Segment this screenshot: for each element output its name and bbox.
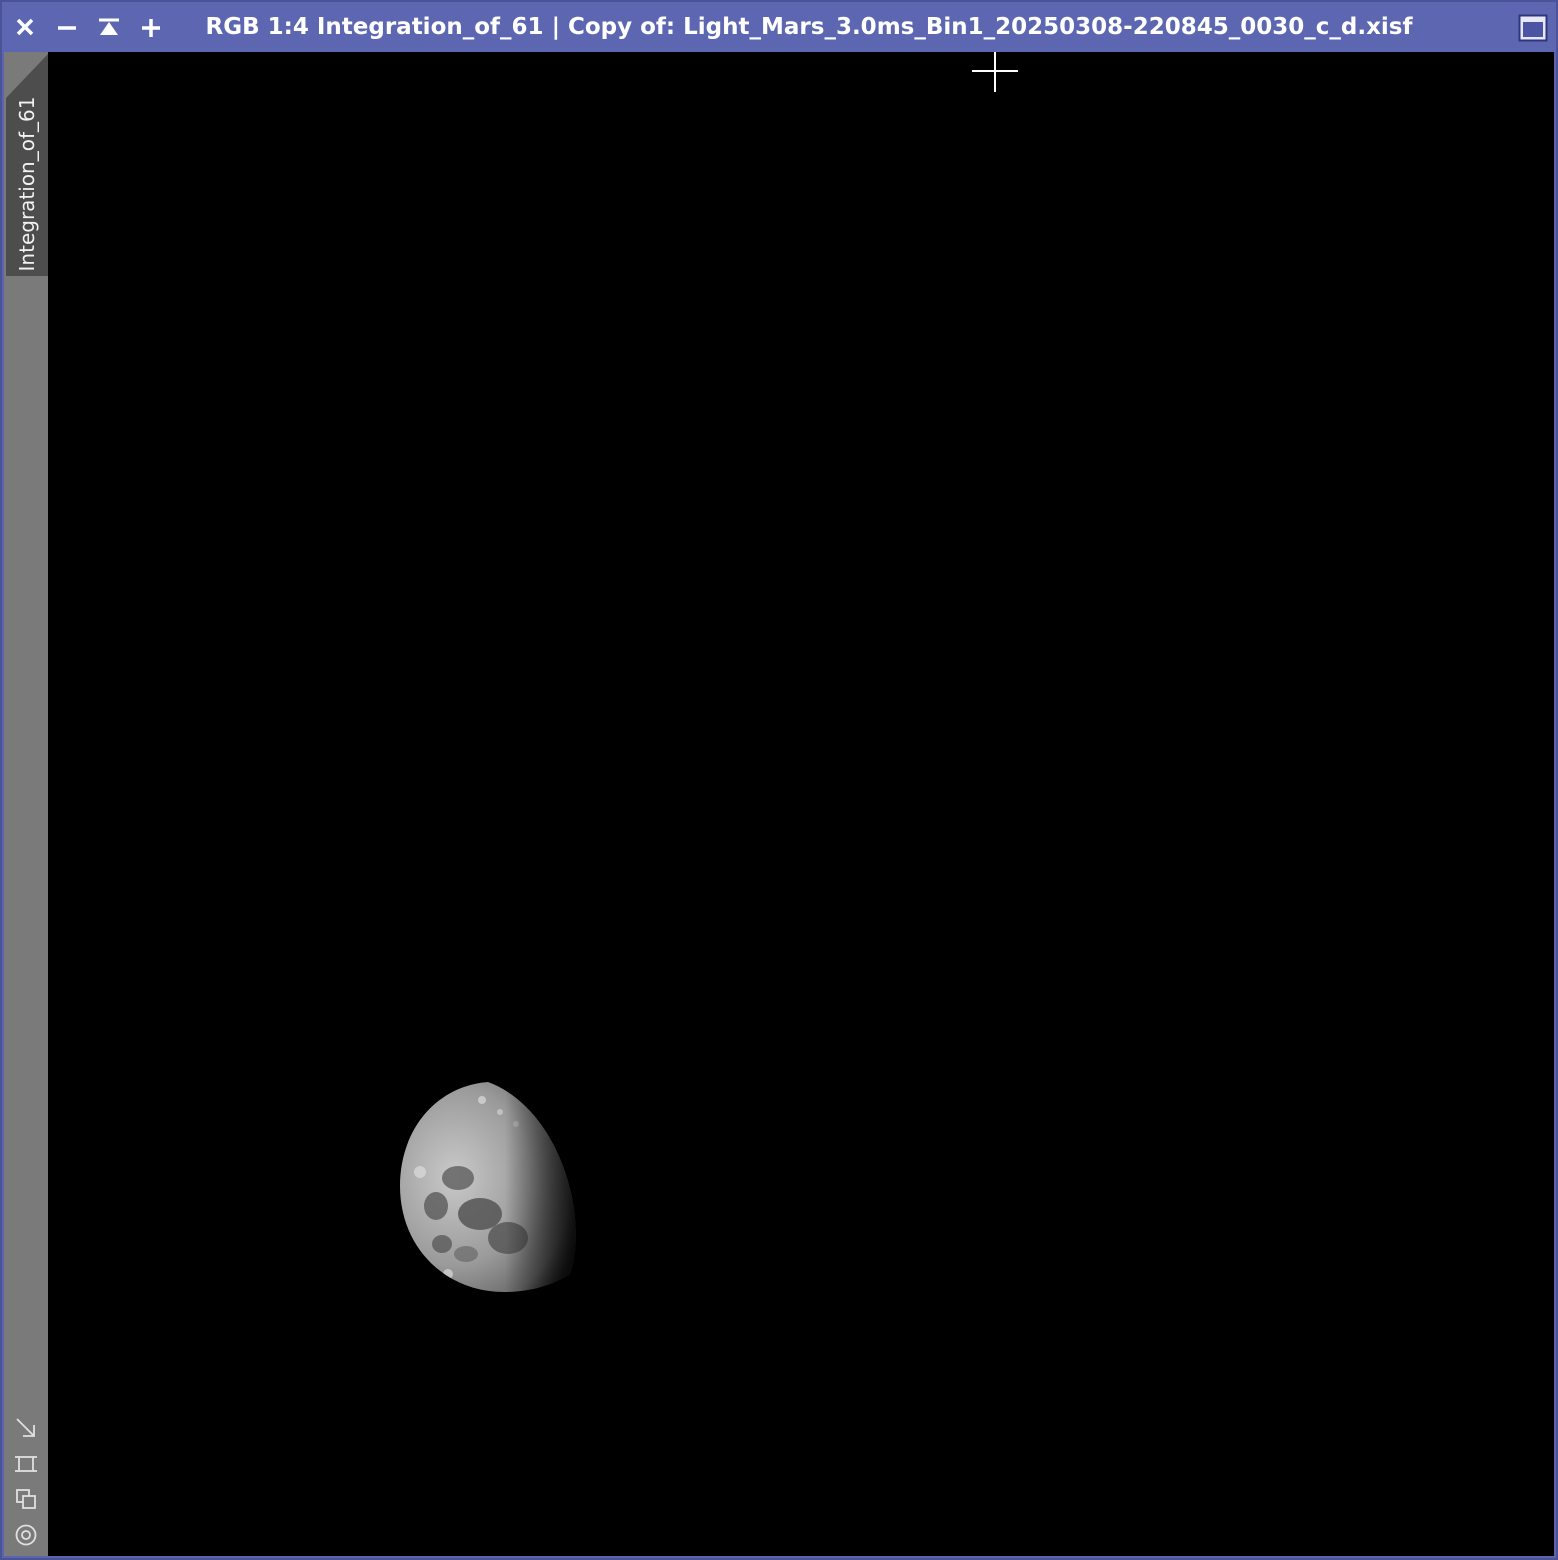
restore-button[interactable]	[1518, 14, 1548, 42]
window-restore-icon	[1518, 14, 1548, 42]
minimize-button[interactable]	[50, 10, 84, 44]
close-icon	[16, 18, 34, 36]
crop-frame-icon[interactable]	[14, 1452, 38, 1476]
close-button[interactable]	[8, 10, 42, 44]
clone-view-icon[interactable]	[14, 1487, 38, 1511]
collapse-up-icon	[99, 18, 119, 35]
minus-icon	[58, 26, 76, 30]
fit-view-icon[interactable]	[14, 1416, 38, 1440]
view-tab-label: Integration_of_61	[15, 96, 39, 272]
view-sidebar: Integration_of_61	[4, 52, 48, 1556]
title-bar[interactable]: RGB 1:4 Integration_of_61 | Copy of: Lig…	[2, 2, 1556, 52]
image-window: RGB 1:4 Integration_of_61 | Copy of: Lig…	[0, 0, 1558, 1560]
view-tab[interactable]: Integration_of_61	[6, 54, 48, 276]
image-canvas[interactable]	[48, 52, 1554, 1556]
target-icon[interactable]	[14, 1523, 38, 1547]
window-title: RGB 1:4 Integration_of_61 | Copy of: Lig…	[205, 14, 1413, 40]
moon-image	[400, 1082, 576, 1292]
crosshair-cursor-icon	[972, 52, 1018, 92]
shade-button[interactable]	[92, 10, 126, 44]
